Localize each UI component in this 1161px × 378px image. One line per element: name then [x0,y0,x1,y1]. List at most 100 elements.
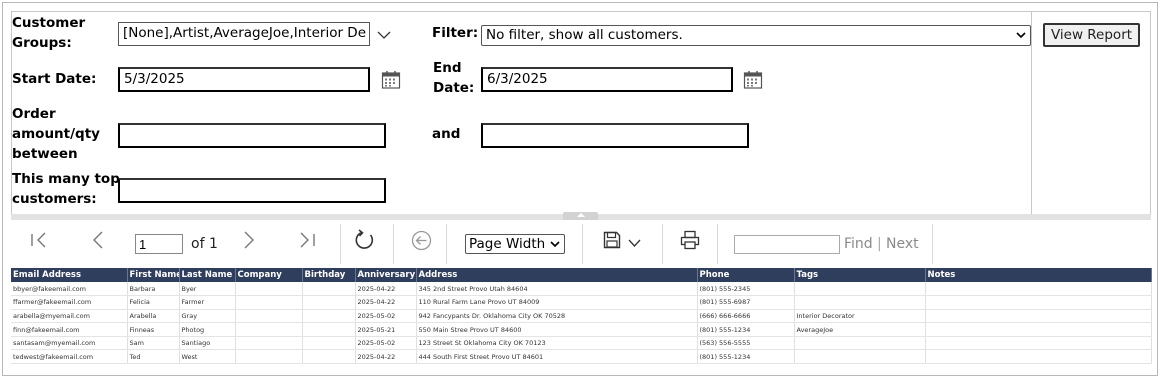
customer-groups-label-line1: Customer [12,15,86,31]
cell-address: 345 2nd Street Provo Utah 84604 [416,282,698,297]
cell-notes [925,309,1152,324]
column-header-tags: Tags [794,268,926,282]
previous-page-icon[interactable] [91,231,105,249]
toolbar-separator [932,224,933,264]
cell-email: finn@fakeemail.com [11,322,128,337]
last-page-icon[interactable] [299,232,317,248]
cell-company [235,295,303,310]
cell-company [235,336,303,351]
cell-birthday [302,295,356,310]
table-row: santasam@myemail.com Sam Santiago 2025-05-0… [11,336,1152,351]
column-header-email: Email Address [11,268,128,282]
cell-tags [794,295,926,310]
cell-first-name: Finneas [127,322,180,337]
filter-label: Filter: [432,25,479,41]
zoom-select[interactable]: Page Width [465,234,565,254]
order-amount-label: Order amount/qty between [12,104,100,164]
table-row: bbyer@fakeemail.com Barbara Byer 2025-04-22… [11,282,1152,297]
cell-email: santasam@myemail.com [11,336,128,351]
table-row: arabella@myemail.com Arabella Gray 2025-05-… [11,309,1152,324]
find-input[interactable] [734,235,840,254]
filter-select[interactable]: No filter, show all customers. [481,25,1031,46]
cell-birthday [302,322,356,337]
save-icon[interactable] [603,231,621,249]
cell-address: 550 Main Stree Provo UT 84600 [416,322,698,337]
cell-birthday [302,336,356,351]
toolbar-separator [717,224,718,264]
page-count-label: of 1 [191,236,218,252]
cell-phone: (801) 555-1234 [697,322,795,337]
cell-last-name: Photog [179,322,236,337]
cell-anniversary: 2025-05-02 [355,336,417,351]
cell-notes [925,349,1152,365]
table-row: finn@fakeemail.com Finneas Photog 2025-05-2… [11,322,1152,337]
back-icon[interactable] [411,230,432,251]
next-page-icon[interactable] [242,231,256,249]
chevron-up-icon [577,213,585,217]
find-link[interactable]: Find [844,236,873,252]
customer-groups-label-line2: Groups: [12,35,72,51]
top-customers-label-line2: customers: [12,191,97,207]
column-header-last-name: Last Name [179,268,236,282]
cell-email: tedwest@fakeemail.com [11,349,128,365]
first-page-icon[interactable] [30,232,48,248]
top-customers-input[interactable] [118,178,386,203]
cell-anniversary: 2025-04-22 [355,349,417,365]
top-customers-label: This many top customers: [12,169,120,209]
toolbar-separator [662,224,663,264]
view-report-button[interactable]: View Report [1043,23,1140,47]
cell-tags: Interior Decorator [794,309,926,324]
order-amount-label-line2: amount/qty [12,126,100,142]
cell-phone: (801) 555-6987 [697,295,795,310]
column-header-phone: Phone [697,268,795,282]
collapse-parameters-handle[interactable] [563,212,598,220]
chevron-down-icon[interactable] [377,30,391,40]
cell-address: 123 Street St Oklahoma City OK 70123 [416,336,698,351]
calendar-icon[interactable] [743,70,763,90]
find-next-link[interactable]: Next [886,236,919,252]
toolbar-separator [582,224,583,264]
cell-tags: AverageJoe [794,322,926,337]
order-amount-label-line3: between [12,146,78,162]
order-amount-label-line1: Order [12,106,56,122]
zoom-select-value: Page Width [469,236,546,252]
column-header-birthday: Birthday [302,268,356,282]
calendar-icon[interactable] [381,70,401,90]
cell-company [235,309,303,324]
cell-notes [925,322,1152,337]
end-date-label: End Date: [433,58,474,98]
cell-anniversary: 2025-04-22 [355,295,417,310]
cell-last-name: Gray [179,309,236,324]
toolbar-separator [340,224,341,264]
cell-anniversary: 2025-05-21 [355,322,417,337]
start-date-input[interactable]: 5/3/2025 [118,67,370,92]
cell-company [235,282,303,297]
print-icon[interactable] [680,230,700,250]
order-amount-max-input[interactable] [481,123,749,148]
table-row: tedwest@fakeemail.com Ted West 2025-04-22 44… [11,349,1152,365]
start-date-label: Start Date: [12,71,97,87]
order-amount-min-input[interactable] [118,123,386,148]
chevron-down-icon[interactable] [628,239,641,248]
end-date-label-line2: Date: [433,80,475,96]
cell-address: 942 Fancypants Dr. Oklahoma City OK 7052… [416,309,698,324]
customer-groups-input[interactable]: [None],Artist,AverageJoe,Interior De [118,22,370,46]
cell-first-name: Felicia [127,295,180,310]
end-date-label-line1: End [433,60,462,76]
cell-phone: (666) 666-6666 [697,309,795,324]
column-header-address: Address [416,268,698,282]
cell-birthday [302,349,356,365]
end-date-input[interactable]: 6/3/2025 [481,67,733,92]
cell-phone: (563) 556-5555 [697,336,795,351]
cell-birthday [302,309,356,324]
cell-phone: (801) 555-2345 [697,282,795,297]
cell-anniversary: 2025-04-22 [355,282,417,297]
cell-tags [794,349,926,365]
cell-tags [794,336,926,351]
refresh-icon[interactable] [354,229,376,251]
cell-first-name: Barbara [127,282,180,297]
page-number-input[interactable] [135,234,183,254]
cell-notes [925,282,1152,297]
cell-anniversary: 2025-05-02 [355,309,417,324]
customer-groups-label: Customer Groups: [12,13,85,53]
